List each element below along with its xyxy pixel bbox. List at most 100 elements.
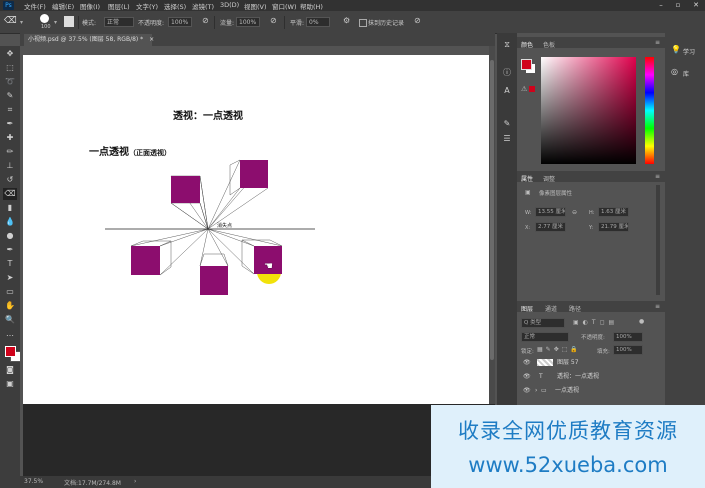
layer-row[interactable]: 👁 T 透视：一点透视 [519, 370, 663, 383]
menu-type[interactable]: 文字(Y) [136, 1, 158, 11]
stamp-tool-icon[interactable]: ⊥ [3, 160, 17, 172]
erase-history-checkbox[interactable] [359, 19, 367, 27]
pressure-opacity-icon[interactable]: ⊘ [202, 16, 209, 25]
tab-swatches[interactable]: 色板 [543, 40, 555, 49]
hand-tool-icon[interactable]: ✋ [3, 300, 17, 312]
healing-tool-icon[interactable]: ✚ [3, 132, 17, 144]
layer-row[interactable]: 👁 › ▭ 一点透视 [519, 384, 663, 397]
filter-toggle-icon[interactable]: ● [639, 318, 644, 325]
gear-icon[interactable]: ⚙ [343, 16, 350, 25]
y-field[interactable]: 21.79 厘米 [598, 222, 629, 232]
layer-filter-icons[interactable]: ▣◐T◻▤ [573, 319, 618, 326]
layer-row[interactable]: 👁 图层 57 [519, 356, 663, 369]
eraser-tool-icon[interactable]: ⌫ [4, 16, 17, 26]
document-tab[interactable]: 小视频.psd @ 37.5% (图层 58, RGB/8) * × [24, 34, 154, 46]
screen-mode-icon[interactable]: ▣ [3, 378, 17, 390]
eraser-tool-icon[interactable]: ⌫ [3, 188, 17, 200]
menu-select[interactable]: 选择(S) [164, 1, 186, 11]
foreground-color-swatch[interactable] [5, 346, 16, 357]
path-select-tool-icon[interactable]: ➤ [3, 272, 17, 284]
blend-mode-select[interactable]: 正常 [521, 332, 569, 342]
gamut-color-swatch[interactable] [529, 86, 535, 92]
airbrush-icon[interactable]: ⊘ [270, 16, 277, 25]
tab-properties[interactable]: 属性 [521, 174, 533, 183]
pressure-size-icon[interactable]: ⊘ [414, 16, 421, 25]
dropdown-arrow-icon[interactable]: ▾ [20, 19, 23, 26]
hue-slider[interactable] [645, 57, 654, 164]
character-panel-icon[interactable]: A [500, 85, 514, 97]
height-field[interactable]: 1.63 厘米 [598, 207, 629, 217]
minimize-icon[interactable]: – [655, 0, 667, 11]
quick-mask-icon[interactable]: ◙ [3, 364, 17, 376]
brush-tool-icon[interactable]: ✏ [3, 146, 17, 158]
smoothing-field[interactable]: 0% [306, 17, 330, 27]
lightbulb-icon[interactable]: 💡 [671, 45, 681, 54]
menu-3d[interactable]: 3D(D) [220, 1, 239, 9]
marquee-tool-icon[interactable]: ⬚ [3, 62, 17, 74]
menu-help[interactable]: 帮助(H) [300, 1, 323, 11]
menu-filter[interactable]: 滤镜(T) [192, 1, 214, 11]
dodge-tool-icon[interactable]: ● [3, 230, 17, 242]
visibility-eye-icon[interactable]: 👁 [523, 384, 531, 397]
layer-opacity-field[interactable]: 100% [613, 332, 643, 342]
panel-menu-icon[interactable]: ≡ [655, 173, 660, 180]
brush-preview-icon[interactable] [40, 14, 49, 23]
brush-settings-icon[interactable]: ✎ [500, 118, 514, 130]
history-panel-icon[interactable]: ⧖ [500, 39, 514, 51]
tab-channels[interactable]: 通道 [545, 304, 557, 313]
type-tool-icon[interactable]: T [3, 258, 17, 270]
close-icon[interactable]: ✕ [690, 0, 702, 11]
menu-view[interactable]: 视图(V) [244, 1, 267, 11]
width-field[interactable]: 13.55 厘米 [535, 207, 566, 217]
gradient-tool-icon[interactable]: ▮ [3, 202, 17, 214]
tab-adjustments[interactable]: 调整 [543, 174, 555, 183]
tab-paths[interactable]: 路径 [569, 304, 581, 313]
menu-layer[interactable]: 图层(L) [108, 1, 130, 11]
more-tools-icon[interactable]: … [3, 328, 17, 340]
expand-arrow-icon[interactable]: › [535, 384, 537, 397]
menu-window[interactable]: 窗口(W) [272, 1, 297, 11]
scrollbar-thumb[interactable] [490, 60, 494, 360]
rectangle-tool-icon[interactable]: ▭ [3, 286, 17, 298]
foreground-color-swatch[interactable] [521, 59, 532, 70]
quick-select-tool-icon[interactable]: ✎ [3, 90, 17, 102]
zoom-level[interactable]: 37.5% [24, 478, 43, 485]
brush-panel-icon[interactable] [64, 16, 74, 27]
lock-icons[interactable]: ▦✎✥⬚🔒 [537, 346, 581, 353]
color-field[interactable] [541, 57, 636, 164]
crop-tool-icon[interactable]: ⌗ [3, 104, 17, 116]
fill-field[interactable]: 100% [613, 345, 643, 355]
libraries-icon[interactable]: ◎ [671, 67, 678, 76]
opacity-field[interactable]: 100% [168, 17, 192, 27]
layer-kind-filter[interactable]: Q 类型 [521, 318, 565, 328]
maximize-icon[interactable]: ▫ [672, 0, 684, 11]
zoom-tool-icon[interactable]: 🔍 [3, 314, 17, 326]
menu-edit[interactable]: 编辑(E) [52, 1, 74, 11]
tab-layers[interactable]: 图层 [521, 304, 533, 313]
flow-field[interactable]: 100% [236, 17, 260, 27]
menu-file[interactable]: 文件(F) [24, 1, 46, 11]
blur-tool-icon[interactable]: 💧 [3, 216, 17, 228]
lasso-tool-icon[interactable]: ➰ [3, 76, 17, 88]
menu-image[interactable]: 图像(I) [80, 1, 100, 11]
tab-color[interactable]: 颜色 [521, 40, 533, 49]
eyedropper-tool-icon[interactable]: ✒ [3, 118, 17, 130]
libraries-label[interactable]: 库 [683, 69, 689, 78]
adjustments-panel-icon[interactable]: ☰ [500, 133, 514, 145]
learn-label[interactable]: 学习 [683, 47, 695, 56]
photoshop-logo-icon[interactable]: Ps [3, 1, 14, 10]
brush-dropdown-icon[interactable]: ▾ [54, 19, 57, 26]
status-arrow-icon[interactable]: › [134, 478, 136, 485]
pen-tool-icon[interactable]: ✒ [3, 244, 17, 256]
link-icon[interactable]: ⊖ [572, 209, 577, 216]
move-tool-icon[interactable]: ✥ [3, 48, 17, 60]
panel-menu-icon[interactable]: ≡ [655, 39, 660, 46]
info-panel-icon[interactable]: ⓘ [500, 67, 514, 79]
properties-scrollbar[interactable] [656, 185, 660, 295]
panel-menu-icon[interactable]: ≡ [655, 303, 660, 310]
visibility-eye-icon[interactable]: 👁 [523, 356, 531, 369]
close-tab-icon[interactable]: × [149, 36, 154, 43]
document-canvas[interactable]: 透视：一点透视 一点透视（正面透视） 消失点 ☚ [23, 55, 489, 404]
x-field[interactable]: 2.77 厘米 [535, 222, 566, 232]
history-brush-tool-icon[interactable]: ↺ [3, 174, 17, 186]
